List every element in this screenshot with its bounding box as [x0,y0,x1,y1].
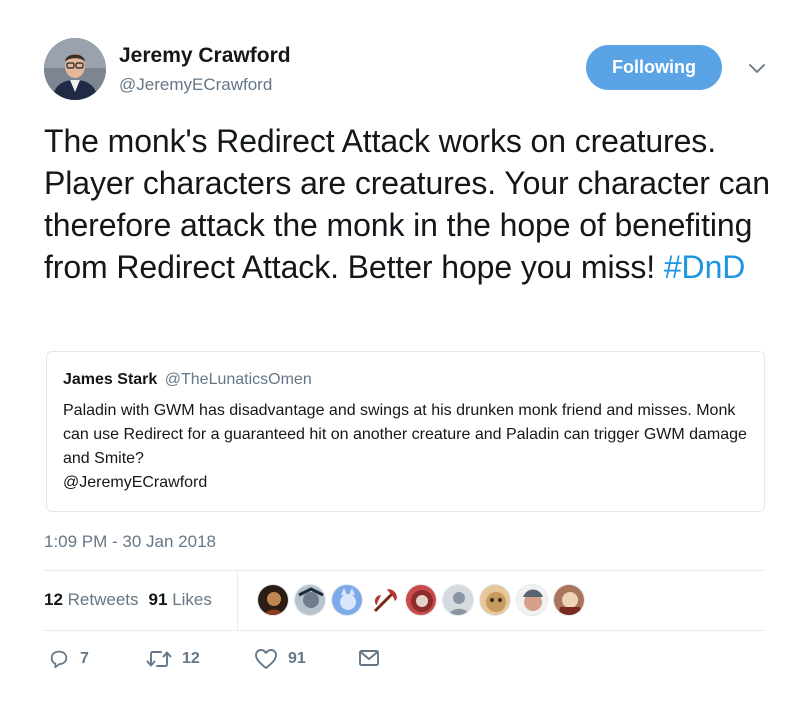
author-avatar[interactable] [44,38,106,100]
divider [44,570,765,571]
retweet-count: 12 [182,650,200,667]
liker-avatar[interactable] [257,584,289,616]
liker-avatar[interactable] [479,584,511,616]
liker-avatar[interactable] [405,584,437,616]
reply-count: 7 [80,650,89,667]
quoted-mention: @JeremyECrawford [63,474,208,491]
likes-count: 91 [148,590,168,609]
quoted-tweet[interactable]: James Stark @TheLunaticsOmen Paladin wit… [46,351,765,512]
stats-separator [237,571,238,630]
tweet-timestamp[interactable]: 1:09 PM - 30 Jan 2018 [44,532,216,552]
retweet-icon[interactable] [146,648,172,670]
retweets-count: 12 [44,590,63,609]
quoted-tweet-header: James Stark @TheLunaticsOmen [63,371,312,389]
retweets-stat[interactable]: 12 Retweets [44,590,139,610]
liker-avatar[interactable] [516,584,548,616]
likes-stat[interactable]: 91 Likes [149,590,212,610]
liker-avatar[interactable] [368,584,400,616]
heart-icon[interactable] [254,648,278,670]
tweet-stats: 12 Retweets 91 Likes [44,590,212,610]
tweet-body: The monk's Redirect Attack works on crea… [44,123,770,285]
direct-message-action[interactable] [358,648,380,668]
retweet-action[interactable]: 12 [146,648,200,670]
author-name[interactable]: Jeremy Crawford [119,44,291,68]
chevron-down-icon[interactable] [746,58,768,80]
liker-avatar[interactable] [442,584,474,616]
likes-label: Likes [172,590,212,609]
tweet-text: The monk's Redirect Attack works on crea… [44,120,774,288]
retweets-label: Retweets [67,590,139,609]
reply-icon[interactable] [48,648,70,670]
hashtag-link[interactable]: #DnD [664,249,746,285]
author-handle[interactable]: @JeremyECrawford [119,75,272,95]
mail-icon[interactable] [358,648,380,668]
liker-avatar[interactable] [294,584,326,616]
quoted-tweet-body: Paladin with GWM has disadvantage and sw… [63,402,747,467]
like-count: 91 [288,650,306,667]
quoted-author-name: James Stark [63,371,158,388]
liker-avatar[interactable] [331,584,363,616]
following-button[interactable]: Following [586,45,722,90]
liker-avatar[interactable] [553,584,585,616]
quoted-tweet-text: Paladin with GWM has disadvantage and sw… [63,399,753,495]
quoted-author-handle: @TheLunaticsOmen [164,371,312,388]
reply-action[interactable]: 7 [48,648,89,670]
divider [44,630,765,631]
like-action[interactable]: 91 [254,648,306,670]
likers-avatars [257,584,590,616]
